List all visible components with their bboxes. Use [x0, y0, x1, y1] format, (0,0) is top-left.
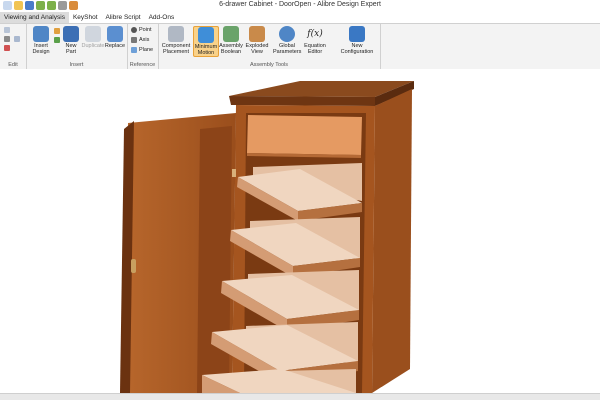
paste-icon: [4, 27, 10, 33]
cut-button[interactable]: [4, 36, 10, 42]
ribbon: Edit Insert Design New Part Duplicate Re…: [0, 23, 600, 70]
new-configuration-icon: [349, 26, 365, 42]
subassembly-icon: [54, 37, 60, 43]
group-label-insert: Insert: [69, 62, 84, 68]
replace-button[interactable]: Replace: [104, 26, 126, 49]
status-bar: [0, 393, 600, 400]
top-drawer-front: [247, 115, 362, 155]
group-label-assembly-tools: Assembly Tools: [249, 62, 289, 68]
door-inner-panel: [197, 126, 232, 393]
cabinet-top-front: [229, 96, 375, 106]
application-window: 6-drawer Cabinet - DoorOpen - Alibre Des…: [0, 0, 600, 400]
delete-icon: [4, 45, 10, 51]
point-icon: [131, 27, 137, 33]
global-parameters-icon: [279, 26, 295, 42]
window-title: 6-drawer Cabinet - DoorOpen - Alibre Des…: [219, 1, 381, 8]
minimum-motion-button[interactable]: Minimum Motion: [193, 26, 219, 57]
equation-editor-button[interactable]: f(x) Equation Editor: [302, 26, 328, 55]
plane-button[interactable]: Plane: [131, 47, 153, 53]
plane-icon: [131, 47, 137, 53]
component-placement-icon: [168, 26, 184, 42]
axis-icon: [131, 37, 137, 43]
door-handle: [131, 259, 136, 273]
minimum-motion-icon: [198, 27, 214, 43]
cut-icon: [4, 36, 10, 42]
new-part-button[interactable]: New Part: [62, 26, 80, 55]
new-part-icon: [63, 26, 79, 42]
group-insert: Insert Design New Part Duplicate Replace…: [26, 24, 128, 69]
point-button[interactable]: Point: [131, 27, 152, 33]
equation-editor-icon: f(x): [307, 29, 323, 39]
cabinet-model: [120, 81, 414, 393]
global-parameters-button[interactable]: Global Parameters: [273, 26, 301, 55]
replace-icon: [107, 26, 123, 42]
title-bar: 6-drawer Cabinet - DoorOpen - Alibre Des…: [0, 0, 600, 12]
tab-viewing-and-analysis[interactable]: Viewing and Analysis: [0, 12, 69, 23]
insert-small-1-button[interactable]: [54, 28, 60, 34]
insert-design-icon: [33, 26, 49, 42]
copy-icon: [14, 36, 20, 42]
axis-button[interactable]: Axis: [131, 37, 149, 43]
duplicate-icon: [85, 26, 101, 42]
exploded-view-button[interactable]: Exploded View: [245, 26, 269, 55]
insert-small-2-button[interactable]: [54, 37, 60, 43]
exploded-view-icon: [249, 26, 265, 42]
group-reference: Point Axis Plane Reference: [127, 24, 159, 69]
door-hinge: [232, 169, 236, 177]
assembly-boolean-button[interactable]: Assembly Boolean: [219, 26, 243, 55]
menu-bar: Viewing and Analysis KeyShot Alibre Scri…: [0, 12, 600, 23]
insert-design-button[interactable]: Insert Design: [30, 26, 52, 55]
model-viewport[interactable]: [0, 69, 600, 393]
part-icon: [54, 28, 60, 34]
tab-keyshot[interactable]: KeyShot: [69, 12, 102, 23]
component-placement-button[interactable]: Component Placement: [160, 26, 192, 55]
group-label-edit: Edit: [8, 62, 18, 68]
copy-button[interactable]: [14, 36, 20, 42]
duplicate-button[interactable]: Duplicate: [81, 26, 105, 49]
paste-button[interactable]: [4, 27, 10, 33]
tab-alibre-script[interactable]: Alibre Script: [102, 12, 145, 23]
assembly-boolean-icon: [223, 26, 239, 42]
group-assembly-tools: Component Placement Minimum Motion Assem…: [158, 24, 381, 69]
group-edit: Edit: [0, 24, 27, 69]
tab-add-ons[interactable]: Add-Ons: [145, 12, 179, 23]
cabinet-side-wall: [372, 89, 412, 393]
group-label-reference: Reference: [129, 62, 156, 68]
new-configuration-button[interactable]: New Configuration: [338, 26, 376, 55]
delete-button[interactable]: [4, 45, 10, 51]
